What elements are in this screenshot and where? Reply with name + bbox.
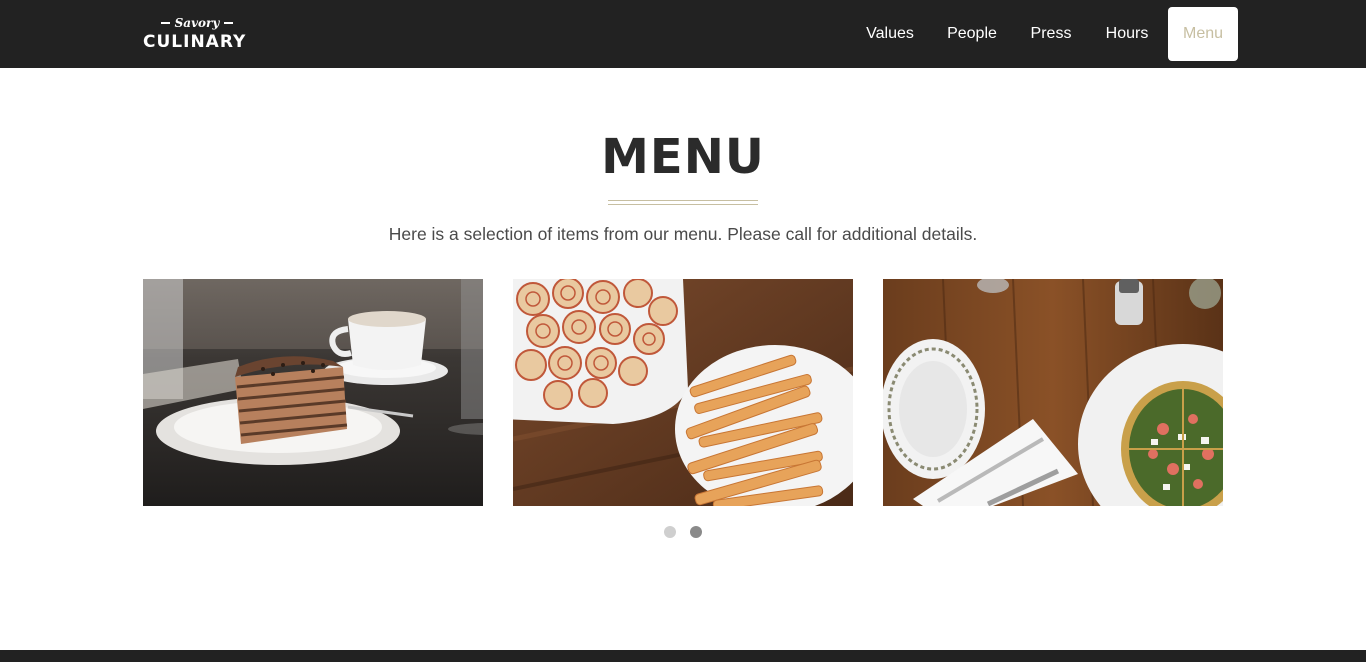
nav-link-menu-active[interactable]: Menu <box>1168 7 1238 61</box>
carousel-dot-1[interactable] <box>664 526 676 538</box>
nav-link-people[interactable]: People <box>937 7 1007 61</box>
pizza-illustration <box>883 279 1223 506</box>
brand-name: CULINARY <box>143 32 247 52</box>
footer-bar <box>0 650 1366 662</box>
brand-script-word: Savory <box>174 16 220 30</box>
nav-link-press[interactable]: Press <box>1020 7 1082 61</box>
brand-logo-top: Savory <box>161 15 233 31</box>
logo-dash-right <box>224 22 233 24</box>
section-title: MENU <box>601 129 765 185</box>
section-subtitle: Here is a selection of items from our me… <box>388 224 978 244</box>
title-divider <box>608 200 758 205</box>
nav-link-values[interactable]: Values <box>856 7 924 61</box>
logo-dash-left <box>161 22 170 24</box>
nav-link-hours[interactable]: Hours <box>1094 7 1160 61</box>
pinwheels-illustration <box>513 279 853 506</box>
layer-cake-illustration <box>143 279 483 506</box>
layer-cake-with-coffee-photo[interactable] <box>143 279 483 506</box>
carousel-dot-2-active[interactable] <box>690 526 702 538</box>
brand-logo[interactable]: Savory CULINARY <box>143 15 253 55</box>
navbar: Savory CULINARY Values People Press Hour… <box>0 0 1366 68</box>
pizza-on-wooden-table-photo[interactable] <box>883 279 1223 506</box>
pinwheels-and-cheese-straws-photo[interactable] <box>513 279 853 506</box>
